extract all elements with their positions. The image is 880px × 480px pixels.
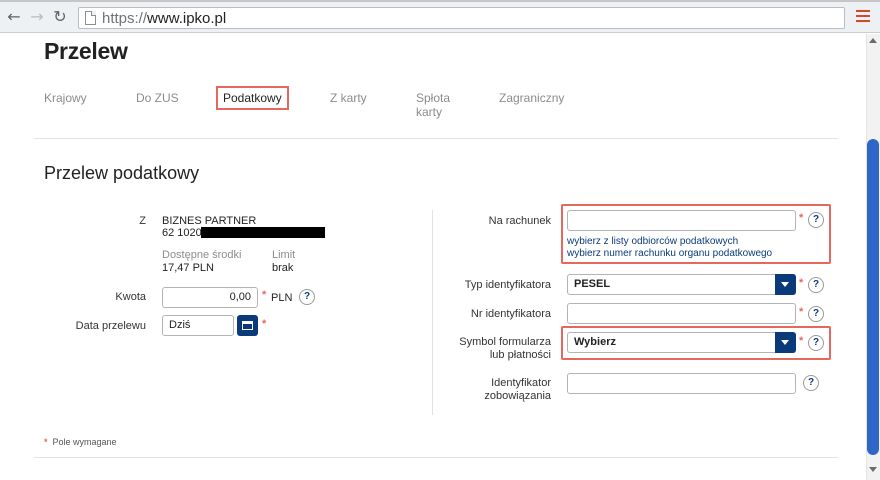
column-divider — [432, 210, 433, 415]
tab-splata-karty[interactable]: Spłota karty — [416, 91, 450, 119]
limit-value: brak — [272, 262, 294, 274]
footer-divider — [34, 457, 838, 458]
url-host: www.ipko.pl — [147, 10, 227, 27]
tab-podatkowy[interactable]: Podatkowy — [216, 86, 289, 110]
id-number-label: Nr identyfikatora — [470, 308, 551, 320]
id-number-input[interactable] — [567, 303, 796, 324]
id-type-select[interactable]: PESEL — [567, 274, 796, 295]
amount-required-marker: * — [262, 289, 267, 301]
limit-label: Limit — [272, 249, 296, 261]
id-number-help-icon[interactable]: ? — [808, 306, 824, 322]
liability-input[interactable] — [567, 373, 796, 394]
available-value: 17,47 PLN — [162, 262, 214, 274]
amount-currency: PLN — [271, 292, 293, 304]
amount-label: Kwota — [115, 291, 146, 303]
reload-icon[interactable]: ↻ — [52, 8, 68, 26]
page-icon — [85, 11, 96, 25]
form-symbol-label: Symbol formularza lub płatności — [459, 336, 551, 361]
date-required-marker: * — [262, 318, 267, 330]
browser-window: ← → ↻ https://www.ipko.pl Przelew Krajow… — [0, 0, 880, 480]
forward-arrow-icon[interactable]: → — [29, 8, 45, 26]
tab-z-karty[interactable]: Z karty — [330, 91, 367, 105]
available-label: Dostępne środki — [162, 249, 242, 261]
tab-do-zus[interactable]: Do ZUS — [136, 91, 179, 105]
from-label: Z — [139, 215, 146, 227]
tab-zagraniczny[interactable]: Zagraniczny — [499, 91, 564, 105]
id-number-required-marker: * — [799, 306, 804, 318]
liability-label: Identyfikator zobowiązania — [484, 377, 551, 402]
id-type-label: Typ identyfikatora — [464, 279, 551, 291]
amount-input[interactable]: 0,00 — [162, 287, 258, 308]
redacted-account-number — [201, 227, 325, 238]
scrollbar-thumb[interactable] — [867, 139, 879, 455]
required-note-marker: * — [44, 437, 48, 447]
tab-krajowy[interactable]: Krajowy — [44, 91, 87, 105]
id-type-required-marker: * — [799, 277, 804, 289]
url-scheme: https:// — [102, 10, 148, 27]
address-bar[interactable]: https://www.ipko.pl — [78, 7, 845, 29]
menu-icon[interactable] — [856, 10, 870, 24]
dropdown-arrow-icon — [775, 274, 796, 295]
amount-help-icon[interactable]: ? — [299, 289, 315, 305]
from-account-number: 62 1020 — [162, 227, 202, 239]
browser-toolbar: ← → ↻ https://www.ipko.pl — [0, 2, 880, 33]
liability-help-icon[interactable]: ? — [803, 375, 819, 391]
url-text: https://www.ipko.pl — [102, 10, 226, 27]
section-title: Przelew podatkowy — [44, 163, 200, 183]
page-title: Przelew — [44, 38, 128, 64]
calendar-icon[interactable] — [237, 315, 258, 336]
date-input[interactable]: Dziś — [162, 315, 234, 336]
scroll-up-arrow-icon[interactable] — [869, 38, 877, 43]
back-arrow-icon[interactable]: ← — [6, 8, 22, 26]
tabs-divider — [34, 138, 838, 139]
account-label: Na rachunek — [488, 215, 551, 227]
date-label: Data przelewu — [75, 320, 146, 332]
account-highlight-box — [561, 204, 831, 264]
form-symbol-highlight-box — [561, 326, 831, 360]
id-type-help-icon[interactable]: ? — [808, 277, 824, 293]
required-note-text: Pole wymagane — [52, 437, 117, 447]
id-type-value: PESEL — [574, 278, 611, 290]
scroll-down-arrow-icon[interactable] — [869, 467, 877, 472]
required-note: * Pole wymagane — [44, 437, 117, 447]
